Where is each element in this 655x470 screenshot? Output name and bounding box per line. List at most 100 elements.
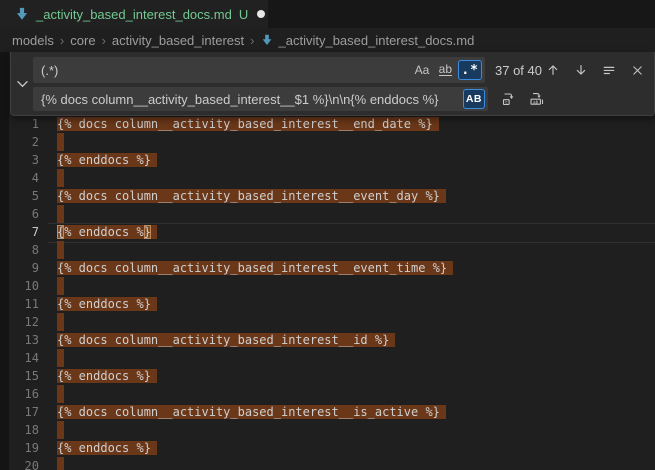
line-number: 5: [9, 187, 39, 205]
line-text: [57, 385, 64, 403]
find-match-highlight: {% enddocs %}: [57, 153, 157, 167]
line-number: 8: [9, 241, 39, 259]
code-line[interactable]: 13{% docs column__activity_based_interes…: [9, 331, 655, 349]
code-line[interactable]: 19{% enddocs %}: [9, 439, 655, 457]
replace-row: {% docs column__activity_based_interest_…: [33, 87, 648, 111]
line-text: {% docs column__activity_based_interest_…: [57, 331, 395, 349]
find-match-highlight: {% enddocs %}: [57, 369, 157, 383]
replace-all-button[interactable]: ab: [526, 88, 548, 110]
git-status-badge: U: [239, 7, 248, 22]
code-line[interactable]: 11 {% enddocs %}: [9, 295, 655, 313]
line-text: [57, 241, 64, 259]
code-line[interactable]: 16: [9, 385, 655, 403]
replace-input[interactable]: {% docs column__activity_based_interest_…: [33, 87, 488, 111]
vscode-window: _activity_based_interest_docs.md U model…: [0, 0, 655, 470]
regex-toggle[interactable]: .*: [458, 60, 482, 80]
code-line[interactable]: 3{% enddocs %}: [9, 151, 655, 169]
code-line[interactable]: 14: [9, 349, 655, 367]
line-text: {% docs column__activity_based_interest_…: [57, 403, 446, 421]
bracket-match-highlight: }: [144, 225, 151, 239]
code-line[interactable]: 7 {% enddocs %}: [9, 223, 655, 241]
replace-actions: c ab: [498, 88, 548, 110]
breadcrumb-separator-icon: ›: [102, 33, 106, 48]
line-text: {% enddocs %}: [57, 439, 157, 457]
match-highlight-newline: [57, 133, 64, 151]
breadcrumb-core[interactable]: core: [70, 33, 95, 48]
line-number: 7: [9, 223, 39, 241]
line-number: 9: [9, 259, 39, 277]
tab-active-file[interactable]: _activity_based_interest_docs.md U: [0, 0, 268, 28]
toggle-replace-chevron-icon[interactable]: [11, 52, 34, 115]
find-input[interactable]: (.*) Aa ab .*: [33, 57, 485, 83]
whole-word-toggle[interactable]: ab: [435, 60, 455, 80]
markdown-file-icon: [14, 6, 30, 22]
line-number: 11: [9, 295, 39, 313]
find-replace-widget: (.*) Aa ab .* 37 of 40: [10, 52, 655, 116]
line-text: [57, 277, 64, 295]
replace-button[interactable]: c: [498, 88, 520, 110]
close-icon[interactable]: [626, 59, 648, 81]
match-highlight-newline: [57, 169, 64, 187]
bracket-match-highlight: {: [57, 225, 64, 239]
code-line[interactable]: 9 {% docs column__activity_based_interest…: [9, 259, 655, 277]
breadcrumb-file[interactable]: _activity_based_interest_docs.md: [279, 33, 475, 48]
line-number: 1: [9, 115, 39, 133]
line-number: 14: [9, 349, 39, 367]
code-line[interactable]: 4: [9, 169, 655, 187]
tab-title: _activity_based_interest_docs.md: [36, 7, 232, 22]
breadcrumb-activity-based-interest[interactable]: activity_based_interest: [112, 33, 244, 48]
find-match-highlight: {% docs column__activity_based_interest_…: [57, 405, 446, 419]
line-text: {% enddocs %}: [57, 151, 157, 169]
tab-bar: _activity_based_interest_docs.md U: [0, 0, 655, 28]
line-text: {% enddocs %}: [57, 367, 157, 385]
find-in-selection-button[interactable]: [598, 59, 620, 81]
line-number: 12: [9, 313, 39, 331]
code-line[interactable]: 1{% docs column__activity_based_interest…: [9, 115, 655, 133]
code-line[interactable]: 2: [9, 133, 655, 151]
preserve-case-toggle[interactable]: AB: [463, 89, 485, 109]
find-row: (.*) Aa ab .* 37 of 40: [33, 57, 648, 83]
code-line[interactable]: 10: [9, 277, 655, 295]
find-options: Aa ab .*: [412, 60, 482, 80]
line-number: 10: [9, 277, 39, 295]
find-actions: [542, 59, 648, 81]
match-highlight-newline: [57, 205, 64, 223]
code-line[interactable]: 15 {% enddocs %}: [9, 367, 655, 385]
code-line[interactable]: 8: [9, 241, 655, 259]
breadcrumb: models › core › activity_based_interest …: [0, 28, 655, 52]
line-number: 17: [9, 403, 39, 421]
find-match-highlight: {% enddocs %}: [57, 297, 157, 311]
code-line[interactable]: 17 {% docs column__activity_based_interes…: [9, 403, 655, 421]
match-highlight-newline: [57, 457, 64, 470]
find-query-text: (.*): [41, 63, 412, 78]
find-match-highlight: {% docs column__activity_based_interest_…: [57, 333, 395, 347]
code-line[interactable]: 18: [9, 421, 655, 439]
match-case-toggle[interactable]: Aa: [412, 60, 433, 80]
line-text: {% enddocs %}: [57, 223, 157, 241]
find-match-highlight: {% enddocs %}: [57, 441, 157, 455]
find-match-highlight: {% docs column__activity_based_interest_…: [57, 261, 453, 275]
line-text: [57, 205, 64, 223]
code-line[interactable]: 12: [9, 313, 655, 331]
match-highlight-newline: [57, 241, 64, 259]
line-text: [57, 133, 64, 151]
match-highlight-newline: [57, 421, 64, 439]
line-number: 2: [9, 133, 39, 151]
editor-content[interactable]: 1 {% docs column__activity_based_interest…: [9, 115, 655, 470]
unsaved-changes-dot[interactable]: [257, 10, 265, 18]
breadcrumb-separator-icon: ›: [250, 33, 254, 48]
previous-match-button[interactable]: [542, 59, 564, 81]
match-highlight-newline: [57, 277, 64, 295]
line-text: {% docs column__activity_based_interest_…: [57, 187, 446, 205]
line-number: 15: [9, 367, 39, 385]
next-match-button[interactable]: [570, 59, 592, 81]
find-match-highlight: {% docs column__activity_based_interest_…: [57, 189, 446, 203]
code-line[interactable]: 20: [9, 457, 655, 470]
line-text: [57, 313, 64, 331]
code-line[interactable]: 6: [9, 205, 655, 223]
replace-value-text: {% docs column__activity_based_interest_…: [41, 92, 463, 107]
match-highlight-newline: [57, 349, 64, 367]
breadcrumb-models[interactable]: models: [12, 33, 54, 48]
code-line[interactable]: 5 {% docs column__activity_based_interest…: [9, 187, 655, 205]
line-text: {% docs column__activity_based_interest_…: [57, 259, 453, 277]
